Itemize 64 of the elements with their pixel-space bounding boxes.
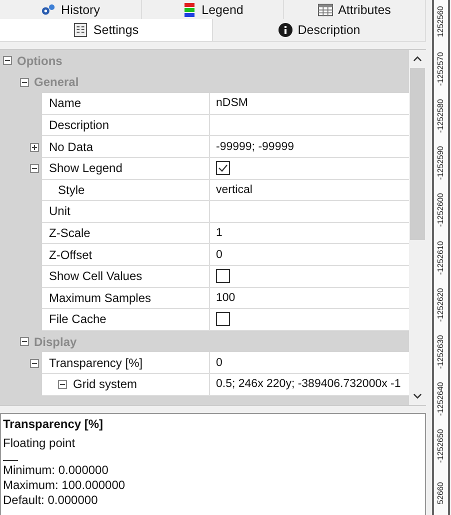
ruler-label: 1252560 bbox=[436, 6, 446, 38]
property-name: Transparency [%] bbox=[49, 356, 143, 370]
value-cell[interactable] bbox=[210, 266, 409, 288]
category-label: Display bbox=[34, 334, 77, 349]
value-cell[interactable]: 0.5; 246x 220y; -389406.732000x -1 bbox=[210, 374, 409, 396]
collapse-icon[interactable] bbox=[58, 380, 67, 389]
value-cell[interactable] bbox=[210, 158, 409, 180]
ruler-label: -1252570 bbox=[436, 52, 446, 86]
document-icon bbox=[73, 23, 88, 37]
ruler-label: -1252630 bbox=[436, 334, 446, 369]
collapse-icon[interactable] bbox=[20, 337, 29, 346]
collapse-icon[interactable] bbox=[20, 78, 29, 87]
scroll-up-icon[interactable] bbox=[413, 56, 422, 62]
value-cell[interactable] bbox=[210, 114, 409, 136]
property-name: Name bbox=[49, 96, 82, 110]
value-cell[interactable]: 1 bbox=[210, 222, 409, 244]
property-name: File Cache bbox=[49, 312, 106, 326]
property-name: Maximum Samples bbox=[49, 290, 152, 305]
property-name: Show Cell Values bbox=[49, 269, 142, 284]
property-name: No Data bbox=[49, 140, 94, 154]
value-cell[interactable]: 0 bbox=[210, 352, 409, 374]
value-cell[interactable]: vertical bbox=[210, 180, 409, 202]
tab[interactable]: Settings bbox=[0, 19, 213, 41]
scrollbar[interactable] bbox=[409, 50, 426, 405]
table-icon bbox=[318, 2, 334, 16]
expand-icon[interactable] bbox=[30, 142, 39, 152]
checkbox[interactable] bbox=[216, 161, 230, 176]
value-cell[interactable]: 0 bbox=[210, 244, 409, 266]
checkbox[interactable] bbox=[216, 269, 230, 284]
category-label: General bbox=[34, 75, 79, 90]
collapse-icon[interactable] bbox=[3, 56, 12, 66]
value-cell[interactable] bbox=[210, 309, 409, 331]
property-name: Z-Scale bbox=[49, 226, 90, 240]
scroll-down-icon[interactable] bbox=[413, 393, 422, 399]
info-icon bbox=[278, 23, 293, 37]
ruler-label: 52660 bbox=[436, 482, 446, 504]
checkbox[interactable] bbox=[216, 312, 230, 326]
value-cell[interactable]: 100 bbox=[210, 288, 409, 310]
collapse-icon[interactable] bbox=[30, 164, 39, 174]
property-name: Unit bbox=[49, 204, 70, 218]
property-name: Style bbox=[58, 182, 85, 197]
ruler-label: -1252620 bbox=[436, 288, 446, 322]
value-cell[interactable] bbox=[210, 201, 409, 223]
property-name: Show Legend bbox=[49, 161, 122, 176]
ruler-label: -1252610 bbox=[436, 240, 446, 274]
ruler-label: -1252600 bbox=[436, 193, 446, 228]
value-cell[interactable]: -99999; -99999 bbox=[210, 136, 409, 158]
category-label: Options bbox=[17, 54, 62, 68]
description-title: Transparency [%] bbox=[3, 417, 104, 433]
ruler-label: -1252650 bbox=[436, 428, 446, 463]
description-text: Floating point bbox=[3, 436, 76, 452]
legend-icon bbox=[182, 2, 197, 16]
description-text: Minimum: 0.000000 bbox=[3, 463, 110, 478]
description-text: Maximum: 100.000000 bbox=[3, 478, 126, 493]
property-name: Description bbox=[49, 118, 110, 132]
value-cell[interactable]: nDSM bbox=[210, 93, 409, 115]
ruler-label: -1252590 bbox=[436, 146, 446, 180]
property-name: Z-Offset bbox=[49, 248, 92, 262]
ruler-label: -1252640 bbox=[436, 382, 446, 416]
property-name: Grid system bbox=[73, 377, 138, 392]
collapse-icon[interactable] bbox=[30, 358, 39, 368]
description-text: Default: 0.000000 bbox=[3, 493, 99, 508]
gears-icon bbox=[41, 2, 56, 16]
ruler-label: -1252580 bbox=[436, 99, 446, 134]
